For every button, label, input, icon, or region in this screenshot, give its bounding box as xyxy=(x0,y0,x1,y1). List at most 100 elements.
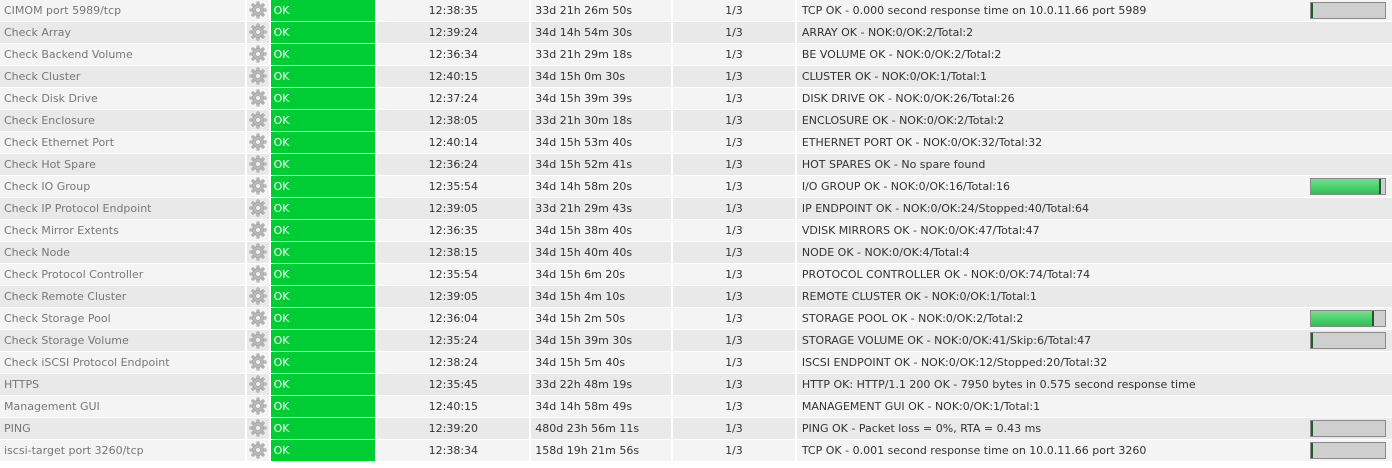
gear-icon[interactable] xyxy=(249,309,267,327)
perfdata-bar[interactable] xyxy=(1310,310,1386,327)
perfdata-bar[interactable] xyxy=(1310,178,1386,195)
service-actions-cell[interactable] xyxy=(246,22,269,43)
service-name-link[interactable]: Check Ethernet Port xyxy=(0,132,245,153)
service-name-link[interactable]: Check Node xyxy=(0,242,245,263)
service-name-link[interactable]: PING xyxy=(0,418,245,439)
gear-icon[interactable] xyxy=(249,199,267,217)
service-actions-cell[interactable] xyxy=(246,44,269,65)
service-name-link[interactable]: Check Hot Spare xyxy=(0,154,245,175)
status-information-text: ETHERNET PORT OK - NOK:0/OK:32/Total:32 xyxy=(801,136,1043,149)
status-information-text: PING OK - Packet loss = 0%, RTA = 0.43 m… xyxy=(801,422,1042,435)
service-name-link[interactable]: Check Array xyxy=(0,22,245,43)
service-actions-cell[interactable] xyxy=(246,242,269,263)
last-check-time: 12:36:34 xyxy=(377,44,530,65)
status-information-text: BE VOLUME OK - NOK:0/OK:2/Total:2 xyxy=(801,48,1002,61)
attempt-count: 1/3 xyxy=(673,22,795,43)
gear-icon[interactable] xyxy=(249,89,267,107)
status-information: STORAGE VOLUME OK - NOK:0/OK:41/Skip:6/T… xyxy=(796,330,1392,351)
service-actions-cell[interactable] xyxy=(246,66,269,87)
service-name-link[interactable]: HTTPS xyxy=(0,374,245,395)
gear-icon[interactable] xyxy=(249,177,267,195)
service-actions-cell[interactable] xyxy=(246,88,269,109)
status-information: DISK DRIVE OK - NOK:0/OK:26/Total:26 xyxy=(796,88,1392,109)
gear-icon[interactable] xyxy=(249,1,267,19)
service-actions-cell[interactable] xyxy=(246,286,269,307)
gear-icon[interactable] xyxy=(249,111,267,129)
attempt-count: 1/3 xyxy=(673,264,795,285)
gear-icon[interactable] xyxy=(249,419,267,437)
service-actions-cell[interactable] xyxy=(246,154,269,175)
status-information: TCP OK - 0.000 second response time on 1… xyxy=(796,0,1392,21)
attempt-count: 1/3 xyxy=(673,132,795,153)
service-actions-cell[interactable] xyxy=(246,330,269,351)
service-actions-cell[interactable] xyxy=(246,176,269,197)
service-actions-cell[interactable] xyxy=(246,264,269,285)
service-name-link[interactable]: Check iSCSI Protocol Endpoint xyxy=(0,352,245,373)
service-name-link[interactable]: Check Cluster xyxy=(0,66,245,87)
status-information-text: HOT SPARES OK - No spare found xyxy=(801,158,986,171)
gear-icon[interactable] xyxy=(249,397,267,415)
gear-icon[interactable] xyxy=(249,331,267,349)
service-name-link[interactable]: Check Backend Volume xyxy=(0,44,245,65)
status-information: MANAGEMENT GUI OK - NOK:0/OK:1/Total:1 xyxy=(796,396,1392,417)
service-name-link[interactable]: Check Storage Volume xyxy=(0,330,245,351)
service-name-link[interactable]: Check Storage Pool xyxy=(0,308,245,329)
status-information-text: STORAGE POOL OK - NOK:0/OK:2/Total:2 xyxy=(801,312,1024,325)
gear-icon[interactable] xyxy=(249,23,267,41)
status-badge: OK xyxy=(270,220,376,241)
status-information: PROTOCOL CONTROLLER OK - NOK:0/OK:74/Tot… xyxy=(796,264,1392,285)
service-name-link[interactable]: Management GUI xyxy=(0,396,245,417)
gear-icon[interactable] xyxy=(249,155,267,173)
service-name-link[interactable]: Check IO Group xyxy=(0,176,245,197)
service-name-link[interactable]: Check IP Protocol Endpoint xyxy=(0,198,245,219)
status-information-text: I/O GROUP OK - NOK:0/OK:16/Total:16 xyxy=(801,180,1010,193)
gear-icon[interactable] xyxy=(249,265,267,283)
service-actions-cell[interactable] xyxy=(246,0,269,21)
perfdata-bar-fill xyxy=(1311,333,1313,348)
status-badge: OK xyxy=(270,242,376,263)
service-name-link[interactable]: Check Disk Drive xyxy=(0,88,245,109)
service-actions-cell[interactable] xyxy=(246,374,269,395)
attempt-count: 1/3 xyxy=(673,352,795,373)
service-name-link[interactable]: Check Remote Cluster xyxy=(0,286,245,307)
table-row: Check IP Protocol Endpoint OK 12:39:05 3… xyxy=(0,198,1392,220)
gear-icon[interactable] xyxy=(249,133,267,151)
service-name-link[interactable]: Check Mirror Extents xyxy=(0,220,245,241)
service-actions-cell[interactable] xyxy=(246,198,269,219)
perfdata-bar[interactable] xyxy=(1310,420,1386,437)
gear-icon[interactable] xyxy=(249,45,267,63)
attempt-count: 1/3 xyxy=(673,242,795,263)
status-badge: OK xyxy=(270,22,376,43)
gear-icon[interactable] xyxy=(249,353,267,371)
perfdata-bar-fill xyxy=(1311,179,1382,194)
status-badge: OK xyxy=(270,374,376,395)
table-row: PING OK 12:39:20 480d 23h 56m 11s 1/3 PI… xyxy=(0,418,1392,440)
service-actions-cell[interactable] xyxy=(246,396,269,417)
service-actions-cell[interactable] xyxy=(246,440,269,461)
perfdata-bar[interactable] xyxy=(1310,2,1386,19)
state-duration: 158d 19h 21m 56s xyxy=(531,440,672,461)
state-duration: 34d 15h 39m 30s xyxy=(531,330,672,351)
gear-icon[interactable] xyxy=(249,375,267,393)
service-name-link[interactable]: Check Enclosure xyxy=(0,110,245,131)
service-actions-cell[interactable] xyxy=(246,418,269,439)
service-actions-cell[interactable] xyxy=(246,220,269,241)
gear-icon[interactable] xyxy=(249,287,267,305)
gear-icon[interactable] xyxy=(249,221,267,239)
service-actions-cell[interactable] xyxy=(246,352,269,373)
service-name-link[interactable]: Check Protocol Controller xyxy=(0,264,245,285)
gear-icon[interactable] xyxy=(249,67,267,85)
state-duration: 34d 14h 58m 20s xyxy=(531,176,672,197)
gear-icon[interactable] xyxy=(249,243,267,261)
gear-icon[interactable] xyxy=(249,441,267,459)
last-check-time: 12:40:15 xyxy=(377,396,530,417)
attempt-count: 1/3 xyxy=(673,286,795,307)
perfdata-bar[interactable] xyxy=(1310,442,1386,459)
service-actions-cell[interactable] xyxy=(246,132,269,153)
perfdata-bar[interactable] xyxy=(1310,332,1386,349)
service-name-link[interactable]: CIMOM port 5989/tcp xyxy=(0,0,245,21)
service-actions-cell[interactable] xyxy=(246,110,269,131)
service-name-link[interactable]: iscsi-target port 3260/tcp xyxy=(0,440,245,461)
last-check-time: 12:38:34 xyxy=(377,440,530,461)
service-actions-cell[interactable] xyxy=(246,308,269,329)
